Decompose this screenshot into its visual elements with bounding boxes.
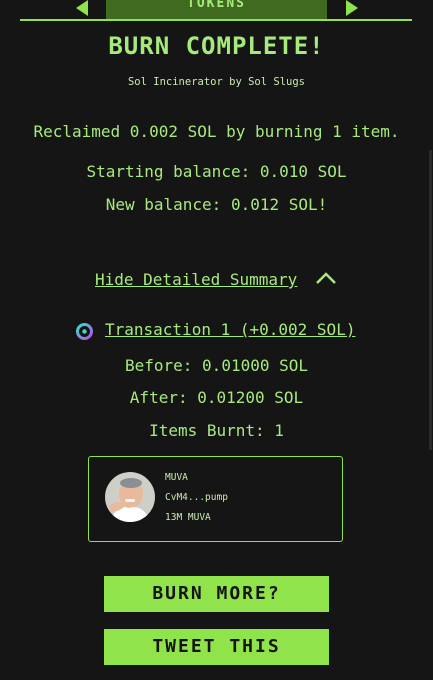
starting-balance: Starting balance: 0.010 SOL xyxy=(86,162,347,181)
token-mint: CvM4...pump xyxy=(165,492,228,503)
transaction-link[interactable]: Transaction 1 (+0.002 SOL) xyxy=(105,320,355,339)
burn-complete-screen: TOKENS BURN COMPLETE! Sol Incinerator by… xyxy=(0,0,433,680)
token-name: MUVA xyxy=(165,472,188,483)
arrow-left-icon[interactable] xyxy=(76,0,88,16)
tweet-button[interactable]: TWEET THIS xyxy=(104,629,329,665)
hide-summary-toggle[interactable]: Hide Detailed Summary xyxy=(95,270,297,289)
page-subtitle: Sol Incinerator by Sol Slugs xyxy=(127,76,305,88)
token-avatar xyxy=(105,472,155,522)
token-amount: 13M MUVA xyxy=(165,512,211,523)
new-balance: New balance: 0.012 SOL! xyxy=(105,195,328,214)
chevron-up-icon[interactable] xyxy=(315,271,337,285)
arrow-right-icon[interactable] xyxy=(346,0,358,16)
page-title: BURN COMPLETE! xyxy=(108,32,325,60)
balance-before: Before: 0.01000 SOL xyxy=(124,356,309,375)
items-burnt: Items Burnt: 1 xyxy=(149,421,284,440)
solana-scan-icon xyxy=(76,323,93,340)
balance-after: After: 0.01200 SOL xyxy=(129,388,304,407)
reclaimed-summary: Reclaimed 0.002 SOL by burning 1 item. xyxy=(33,122,400,141)
tab-tokens[interactable]: TOKENS xyxy=(106,0,327,19)
tab-navigator: TOKENS xyxy=(0,0,433,21)
burnt-item-card: MUVA CvM4...pump 13M MUVA xyxy=(88,456,343,542)
tab-underline xyxy=(20,19,412,21)
burn-more-button[interactable]: BURN MORE? xyxy=(104,576,329,612)
